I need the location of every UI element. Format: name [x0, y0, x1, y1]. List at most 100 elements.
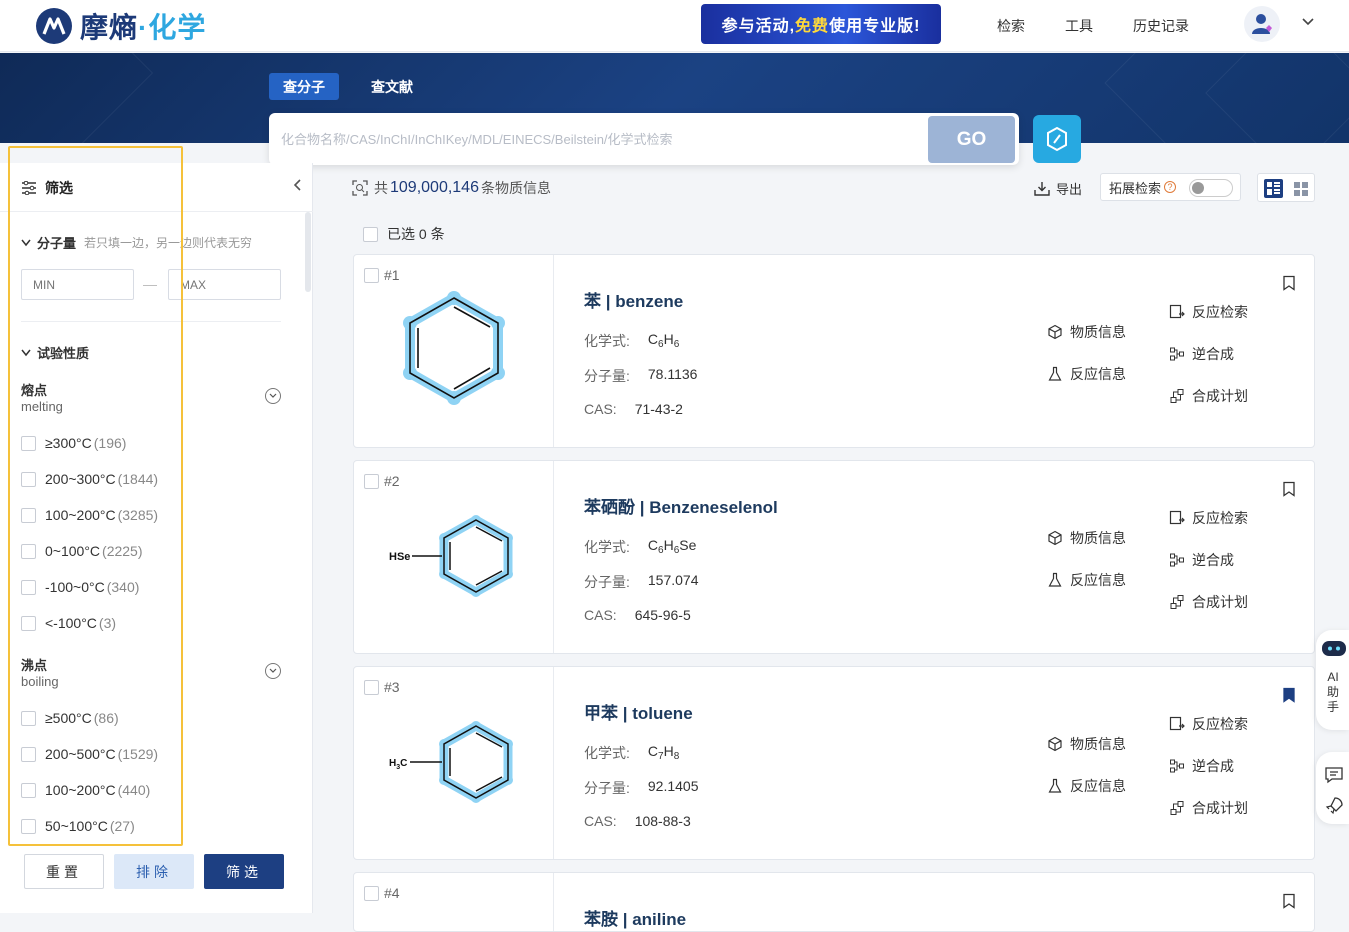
- substance-info-button[interactable]: 物质信息: [1047, 734, 1126, 754]
- cas-row: CAS: 645-96-5: [584, 607, 691, 623]
- nav-history[interactable]: 历史记录: [1133, 16, 1189, 36]
- go-button[interactable]: GO: [928, 116, 1015, 163]
- result-card: #1 苯 | benzene 化学式: C6H6 分子量: 78.1136 CAS:…: [353, 254, 1315, 448]
- boiling-subtitle: boiling: [21, 674, 59, 689]
- melting-option[interactable]: ≥300°C (196): [21, 435, 126, 451]
- boiling-option[interactable]: 100~200°C (440): [21, 782, 150, 798]
- reaction-info-button[interactable]: 反应信息: [1047, 364, 1126, 384]
- result-checkbox[interactable]: [364, 679, 379, 695]
- chevron-down-icon[interactable]: [1301, 14, 1315, 30]
- side-tools: [1316, 752, 1349, 824]
- range-dash: —: [143, 276, 157, 292]
- bookmark-icon[interactable]: [1282, 275, 1296, 291]
- reset-button[interactable]: 重置: [24, 854, 104, 889]
- formula-row: 化学式: C6H6: [584, 331, 680, 350]
- rocket-icon[interactable]: [1324, 796, 1344, 816]
- formula-row: 化学式: C6H6Se: [584, 537, 697, 556]
- toluene-structure[interactable]: H3C: [384, 712, 534, 812]
- melting-option[interactable]: <-100°C (3): [21, 615, 116, 631]
- divider: [21, 321, 281, 322]
- checkbox[interactable]: [21, 543, 36, 559]
- promo-banner[interactable]: 参与活动, 免费 使用专业版!: [701, 4, 941, 44]
- sidebar-scrollbar[interactable]: [305, 212, 311, 292]
- filter-header: 筛选: [21, 178, 73, 198]
- draw-structure-button[interactable]: [1033, 115, 1081, 163]
- bookmark-filled-icon[interactable]: [1282, 687, 1296, 703]
- search-input[interactable]: [281, 127, 921, 151]
- select-all[interactable]: 已选 0 条: [363, 224, 445, 244]
- checkbox[interactable]: [21, 435, 36, 451]
- checkbox[interactable]: [21, 579, 36, 595]
- collapse-sidebar-icon[interactable]: [292, 178, 302, 197]
- flask-icon: [1048, 572, 1062, 587]
- reaction-info-button[interactable]: 反应信息: [1047, 776, 1126, 796]
- compound-name[interactable]: 苯硒酚 | Benzeneselenol: [584, 493, 778, 518]
- reaction-search-button[interactable]: 反应检索: [1169, 714, 1248, 734]
- compound-name[interactable]: 甲苯 | toluene: [584, 699, 693, 724]
- formula-row: 化学式: C7H8: [584, 743, 680, 762]
- reaction-search-button[interactable]: 反应检索: [1169, 302, 1248, 322]
- mw-section-title[interactable]: 分子量 若只填一边，另一边则代表无穷: [21, 233, 252, 252]
- exclude-button[interactable]: 排除: [114, 854, 194, 889]
- retrosynthesis-icon: [1170, 759, 1184, 773]
- feedback-icon[interactable]: [1324, 766, 1344, 784]
- nav-tools[interactable]: 工具: [1065, 16, 1093, 36]
- exp-section-title[interactable]: 试验性质: [21, 343, 89, 362]
- checkbox[interactable]: [21, 710, 36, 726]
- checkbox[interactable]: [21, 746, 36, 762]
- cube-icon: [1048, 736, 1062, 752]
- grid-view-icon: [1294, 182, 1308, 196]
- checkbox[interactable]: [21, 818, 36, 834]
- melting-option[interactable]: 200~300°C (1844): [21, 471, 158, 487]
- nav-search[interactable]: 检索: [997, 16, 1025, 36]
- extended-search-switch[interactable]: [1189, 179, 1233, 197]
- structure-pane[interactable]: [354, 873, 554, 931]
- checkbox[interactable]: [21, 471, 36, 487]
- reaction-search-button[interactable]: 反应检索: [1169, 508, 1248, 528]
- synthesis-plan-icon: [1170, 801, 1184, 815]
- tab-molecule[interactable]: 查分子: [269, 73, 339, 100]
- bookmark-icon[interactable]: [1282, 481, 1296, 497]
- compound-name[interactable]: 苯 | benzene: [584, 287, 683, 312]
- result-card: #2 HSe 苯硒酚 | Benzeneselenol 化学式: C6H6Se 分…: [353, 460, 1315, 654]
- boiling-option[interactable]: 50~100°C (27): [21, 818, 135, 834]
- mw-max-input[interactable]: [168, 269, 281, 300]
- filter-icon: [22, 181, 36, 195]
- bookmark-icon[interactable]: [1282, 893, 1296, 909]
- expand-boiling-icon[interactable]: [265, 663, 281, 679]
- substance-info-button[interactable]: 物质信息: [1047, 528, 1126, 548]
- extended-search-toggle[interactable]: 拓展检索?: [1100, 173, 1241, 201]
- mw-min-input[interactable]: [21, 269, 134, 300]
- export-button[interactable]: 导出: [1034, 179, 1082, 198]
- benzeneselenol-structure[interactable]: HSe: [384, 506, 534, 606]
- substance-info-button[interactable]: 物质信息: [1047, 322, 1126, 342]
- benzene-structure[interactable]: [394, 280, 514, 410]
- retrosynthesis-button[interactable]: 逆合成: [1169, 756, 1234, 776]
- melting-option[interactable]: 0~100°C (2225): [21, 543, 143, 559]
- boiling-option[interactable]: ≥500°C (86): [21, 710, 119, 726]
- compound-name[interactable]: 苯胺 | aniline: [584, 905, 686, 930]
- ai-assistant-button[interactable]: AI 助手: [1316, 630, 1349, 730]
- checkbox[interactable]: [21, 615, 36, 631]
- result-checkbox[interactable]: [364, 267, 379, 283]
- filter-button[interactable]: 筛选: [204, 854, 284, 889]
- retrosynthesis-button[interactable]: 逆合成: [1169, 344, 1234, 364]
- user-avatar[interactable]: [1244, 6, 1280, 42]
- tab-literature[interactable]: 查文献: [357, 73, 427, 100]
- synthesis-plan-button[interactable]: 合成计划: [1169, 386, 1248, 406]
- select-all-checkbox[interactable]: [363, 226, 378, 242]
- checkbox[interactable]: [21, 507, 36, 523]
- logo[interactable]: 摩熵·化学: [36, 6, 206, 46]
- synthesis-plan-button[interactable]: 合成计划: [1169, 592, 1248, 612]
- synthesis-plan-button[interactable]: 合成计划: [1169, 798, 1248, 818]
- reaction-info-button[interactable]: 反应信息: [1047, 570, 1126, 590]
- help-icon[interactable]: ?: [1164, 181, 1177, 193]
- result-checkbox[interactable]: [364, 473, 379, 489]
- melting-option[interactable]: -100~0°C (340): [21, 579, 139, 595]
- checkbox[interactable]: [21, 782, 36, 798]
- melting-option[interactable]: 100~200°C (3285): [21, 507, 158, 523]
- boiling-option[interactable]: 200~500°C (1529): [21, 746, 158, 762]
- retrosynthesis-button[interactable]: 逆合成: [1169, 550, 1234, 570]
- expand-melting-icon[interactable]: [265, 388, 281, 404]
- result-checkbox[interactable]: [364, 885, 379, 901]
